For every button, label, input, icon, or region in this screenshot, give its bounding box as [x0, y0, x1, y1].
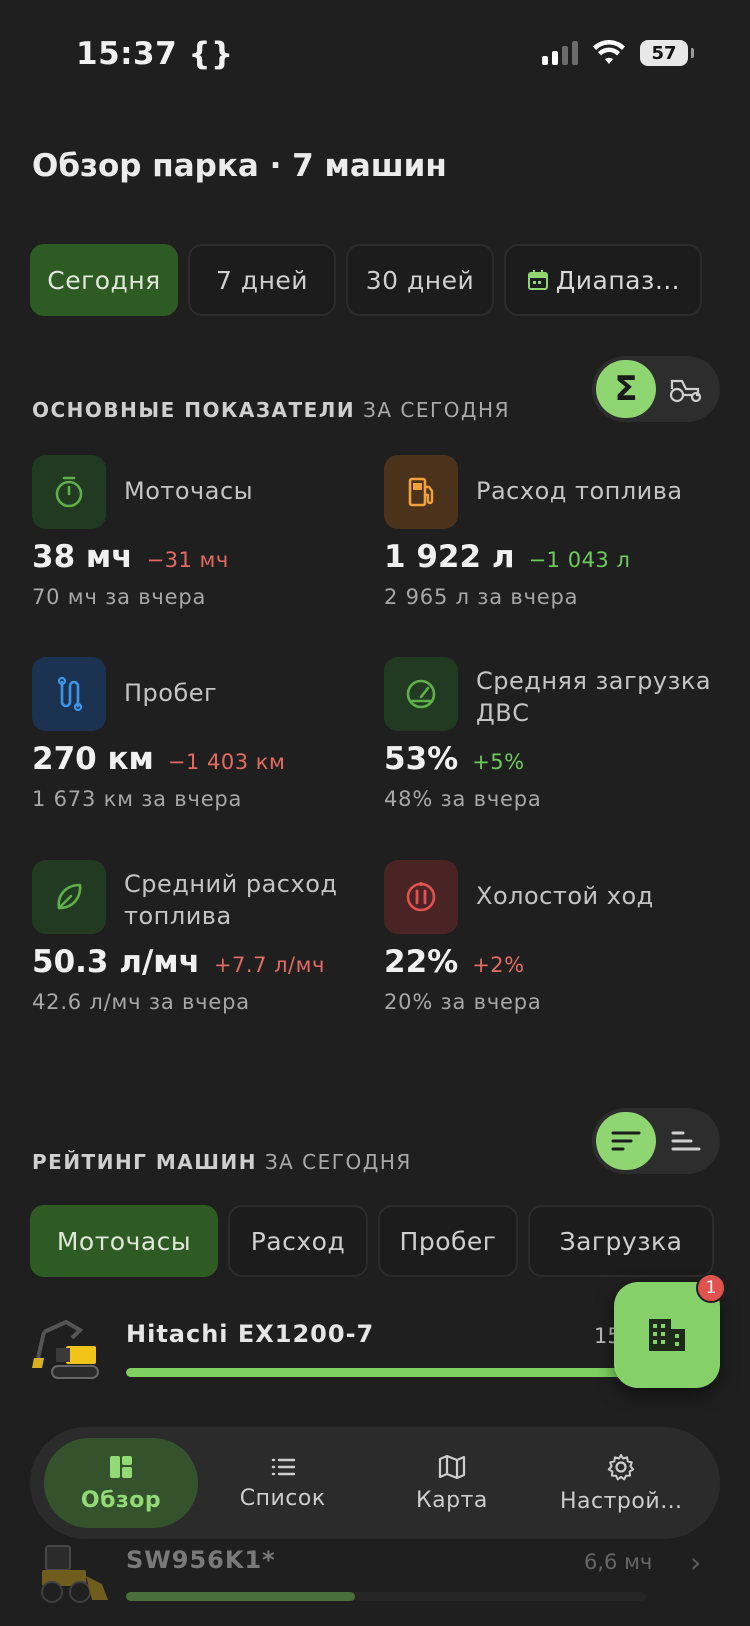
tab-engine-hours[interactable]: Моточасы: [30, 1205, 218, 1277]
loader-image: [41, 1545, 108, 1603]
wifi-icon: [593, 40, 625, 64]
kpi-section-title: ОСНОВНЫЕ ПОКАЗАТЕЛИ ЗА СЕГОДНЯ: [32, 398, 510, 422]
metric-previous: 70 мч за вчера: [32, 585, 207, 609]
gauge-icon: [384, 657, 458, 731]
nav-overview[interactable]: Обзор: [44, 1438, 198, 1528]
metric-idle[interactable]: Холостой ход 22% +2% 20% за вчера: [384, 860, 714, 1014]
metric-previous: 1 673 км за вчера: [32, 787, 243, 811]
metric-value: 50.3 л/мч: [32, 944, 200, 980]
nav-list[interactable]: Список: [198, 1438, 367, 1528]
metric-label: Средний расход топлива: [124, 870, 338, 930]
machine-name: Hitachi EX1200-7: [126, 1320, 375, 1348]
metric-fuel-consumption[interactable]: Расход топлива 1 922 л −1 043 л 2 965 л …: [384, 455, 714, 609]
metric-value: 270 км: [32, 741, 154, 777]
chevron-right-icon: ›: [690, 1546, 702, 1579]
rating-sort-toggle[interactable]: [592, 1108, 720, 1174]
sort-icon: [611, 1131, 641, 1151]
status-icons: 57: [542, 40, 694, 66]
metric-engine-hours[interactable]: Моточасы 38 мч −31 мч 70 мч за вчера: [32, 455, 362, 609]
rating-section-title: РЕЙТИНГ МАШИН ЗА СЕГОДНЯ: [32, 1150, 412, 1174]
list-icon: [271, 1458, 295, 1475]
metric-value: 53%: [384, 741, 459, 777]
per-machine-mode-button[interactable]: [656, 360, 716, 418]
metric-label: Моточасы: [124, 477, 254, 505]
machine-bar-fill: [126, 1592, 355, 1601]
nav-map[interactable]: Карта: [367, 1438, 536, 1528]
metric-value: 22%: [384, 944, 459, 980]
sort-asc-button[interactable]: [656, 1112, 716, 1170]
sort-asc-icon: [671, 1131, 701, 1151]
metric-previous: 20% за вчера: [384, 990, 542, 1014]
rating-metric-tabs: Моточасы Расход Пробег Загрузка: [30, 1205, 714, 1277]
route-icon: [32, 657, 106, 731]
machine-row[interactable]: SW956K1* 6,6 мч ›: [32, 1540, 732, 1610]
metric-delta: +2%: [472, 953, 525, 977]
machine-value: 6,6 мч: [584, 1550, 653, 1574]
metric-previous: 42.6 л/мч за вчера: [32, 990, 250, 1014]
metric-label: Расход топлива: [476, 477, 683, 505]
page-title: Обзор парка · 7 машин: [32, 148, 447, 184]
period-7-days[interactable]: 7 дней: [188, 244, 336, 316]
metric-previous: 48% за вчера: [384, 787, 542, 811]
idle-icon: [384, 860, 458, 934]
metric-label: Пробег: [124, 679, 218, 707]
metric-value: 1 922 л: [384, 539, 515, 575]
machine-bar: [126, 1368, 686, 1377]
dashboard-icon: [110, 1455, 132, 1478]
metric-avg-fuel-rate[interactable]: Средний расход топлива 50.3 л/мч +7.7 л/…: [32, 860, 362, 1014]
metric-previous: 2 965 л за вчера: [384, 585, 579, 609]
status-time: 15:37 {}: [76, 36, 234, 72]
building-icon: [649, 1319, 685, 1351]
excavator-image: [32, 1319, 99, 1379]
kpi-mode-toggle[interactable]: Σ: [592, 356, 720, 422]
metric-delta: −1 403 км: [167, 750, 286, 774]
tab-load[interactable]: Загрузка: [528, 1205, 714, 1277]
period-selector: Сегодня 7 дней 30 дней Диапаз…: [30, 244, 702, 316]
machine-bar: [126, 1592, 646, 1601]
metric-mileage[interactable]: Пробег 270 км −1 403 км 1 673 км за вчер…: [32, 657, 362, 811]
tractor-icon: [669, 379, 702, 403]
battery-icon: 57: [640, 40, 694, 66]
nav-settings[interactable]: Настрой…: [537, 1438, 706, 1528]
metric-delta: −1 043 л: [528, 548, 631, 572]
signal-icon: [542, 41, 578, 65]
settings-icon: [608, 1453, 635, 1480]
period-today[interactable]: Сегодня: [30, 244, 178, 316]
metric-label: Средняя загрузка ДВС: [476, 667, 712, 727]
machine-name: SW956K1*: [126, 1546, 276, 1574]
metric-delta: +5%: [472, 750, 525, 774]
period-range[interactable]: Диапаз…: [504, 244, 702, 316]
timer-icon: [32, 455, 106, 529]
notification-badge: 1: [696, 1273, 726, 1303]
sort-desc-button[interactable]: [596, 1112, 656, 1170]
tab-mileage[interactable]: Пробег: [378, 1205, 518, 1277]
map-icon: [438, 1454, 466, 1479]
machine-bar-fill: [126, 1368, 686, 1377]
calendar-icon: [527, 270, 548, 290]
sum-mode-button[interactable]: Σ: [596, 360, 656, 418]
period-30-days[interactable]: 30 дней: [346, 244, 494, 316]
fuel-icon: [384, 455, 458, 529]
metric-delta: +7.7 л/мч: [213, 953, 325, 977]
metric-value: 38 мч: [32, 539, 133, 575]
bottom-navigation: Обзор Список Карта Настрой…: [30, 1427, 720, 1539]
leaf-icon: [32, 860, 106, 934]
metric-delta: −31 мч: [146, 548, 229, 572]
tab-consumption[interactable]: Расход: [228, 1205, 368, 1277]
metric-label: Холостой ход: [476, 882, 654, 910]
metric-engine-load[interactable]: Средняя загрузка ДВС 53% +5% 48% за вчер…: [384, 657, 714, 811]
